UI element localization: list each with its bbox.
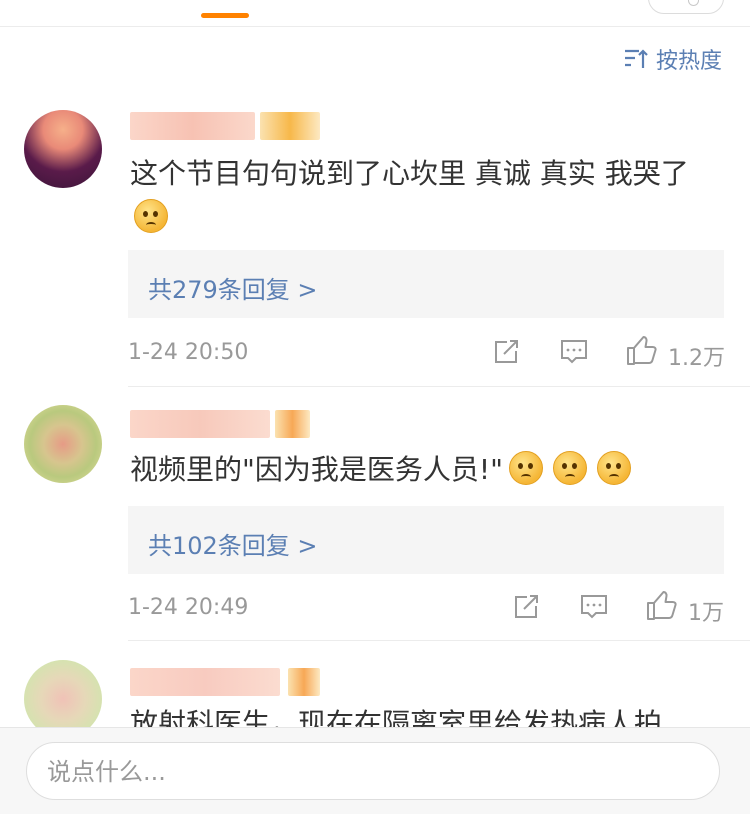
replies-label: 共279条回复 > bbox=[148, 276, 318, 304]
like-count: 1.2万 bbox=[668, 346, 725, 371]
avatar[interactable] bbox=[24, 405, 102, 483]
like-count: 1万 bbox=[688, 601, 724, 626]
divider bbox=[128, 640, 750, 641]
top-tab-bar bbox=[0, 0, 750, 26]
comment-time: 1-24 20:50 bbox=[128, 340, 249, 365]
like-icon[interactable] bbox=[646, 591, 678, 621]
comment-text: 这个节目句句说到了心坎里 真诚 真实 我哭了 bbox=[130, 152, 730, 240]
sort-by-hot-button[interactable]: 按热度 bbox=[624, 42, 722, 76]
comment-input[interactable]: 说点什么... bbox=[26, 742, 720, 800]
sad-emoji-icon bbox=[596, 451, 631, 485]
like-icon[interactable] bbox=[626, 336, 658, 366]
comment-icon[interactable] bbox=[560, 339, 588, 365]
comment-text: 视频里的"因为我是医务人员!" bbox=[130, 448, 730, 492]
divider bbox=[0, 26, 750, 27]
top-action-button[interactable] bbox=[648, 0, 724, 14]
replies-label: 共102条回复 > bbox=[148, 532, 318, 560]
share-icon[interactable] bbox=[493, 339, 519, 365]
replies-button[interactable]: 共102条回复 > bbox=[128, 506, 724, 574]
avatar[interactable] bbox=[24, 110, 102, 188]
comment-input-bar: 说点什么... bbox=[0, 727, 750, 814]
comment-time: 1-24 20:49 bbox=[128, 595, 249, 620]
refresh-icon bbox=[688, 0, 699, 6]
sad-emoji-icon bbox=[552, 451, 587, 485]
username-blurred[interactable] bbox=[130, 410, 310, 438]
active-tab-indicator bbox=[201, 13, 249, 18]
sad-emoji-icon bbox=[508, 451, 543, 485]
divider bbox=[128, 386, 750, 387]
sad-emoji-icon bbox=[134, 199, 168, 233]
username-blurred[interactable] bbox=[130, 112, 320, 140]
username-blurred[interactable] bbox=[130, 668, 320, 696]
share-icon[interactable] bbox=[513, 594, 539, 620]
replies-button[interactable]: 共279条回复 > bbox=[128, 250, 724, 318]
comment-icon[interactable] bbox=[580, 594, 608, 620]
sort-icon bbox=[624, 49, 648, 68]
sort-label: 按热度 bbox=[655, 49, 722, 74]
